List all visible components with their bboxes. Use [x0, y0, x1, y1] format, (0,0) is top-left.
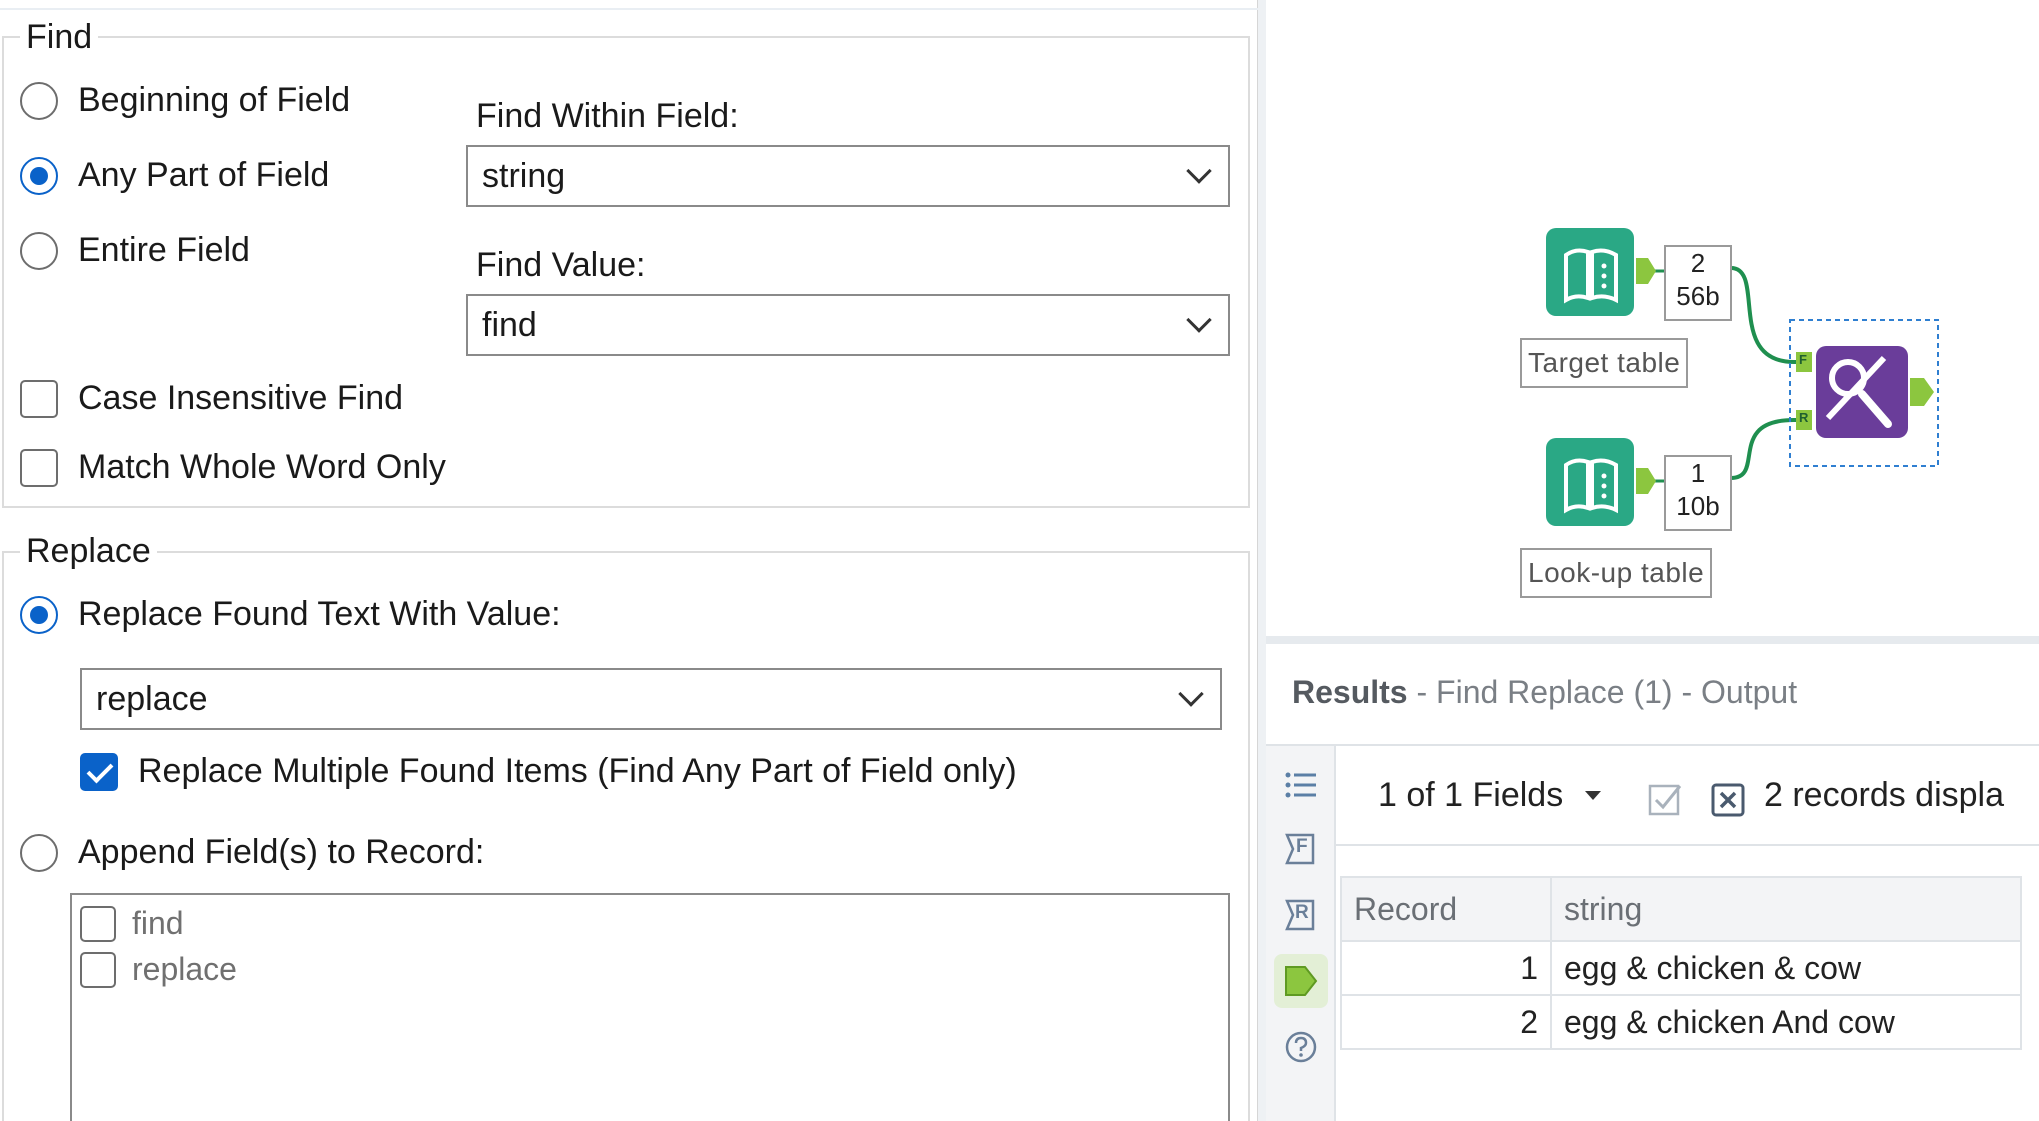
table-header-row: Record string	[1340, 876, 2022, 942]
target-table-label[interactable]: Target table	[1520, 338, 1689, 388]
append-field-find[interactable]: find	[80, 905, 184, 942]
list-icon[interactable]	[1282, 766, 1320, 804]
connector-target-to-f	[1730, 266, 1804, 364]
dropdown-caret-icon[interactable]	[1585, 791, 1602, 800]
match-whole-word-checkbox[interactable]: Match Whole Word Only	[20, 448, 446, 487]
lookup-output-anchor	[1636, 468, 1656, 494]
radio-any-part-label: Any Part of Field	[78, 156, 330, 194]
append-field-replace[interactable]: replace	[80, 951, 237, 988]
target-output-anchor	[1636, 258, 1656, 284]
chevron-down-icon[interactable]	[1178, 681, 1204, 707]
record-cell: 1	[1340, 940, 1552, 996]
radio-beginning-circle[interactable]	[20, 81, 58, 120]
f-anchor-label: F	[1799, 352, 1807, 367]
results-title: Results	[1292, 674, 1408, 710]
radio-any-part-of-field[interactable]: Any Part of Field	[20, 156, 329, 195]
replace-value-dropdown[interactable]: replace	[80, 668, 1222, 730]
case-insensitive-box[interactable]	[20, 379, 58, 418]
find-within-field-label: Find Within Field:	[476, 97, 739, 135]
match-whole-word-label: Match Whole Word Only	[78, 448, 446, 486]
target-table-tool[interactable]	[1546, 228, 1634, 316]
lookup-size-value: 10b	[1676, 491, 1720, 521]
radio-replace-found-label: Replace Found Text With Value:	[78, 595, 561, 633]
workflow-svg	[1546, 228, 1939, 526]
radio-append-fields[interactable]: Append Field(s) to Record:	[20, 833, 484, 872]
replace-group-title: Replace	[20, 532, 157, 571]
string-cell[interactable]: egg & chicken & cow	[1550, 940, 2022, 996]
find-value-value: find	[482, 305, 537, 344]
check-all-icon[interactable]	[1646, 780, 1686, 820]
r-anchor-icon-letter: R	[1295, 902, 1309, 923]
r-anchor-icon[interactable]: R	[1282, 896, 1320, 934]
chevron-down-icon[interactable]	[1186, 307, 1212, 333]
uncheck-all-icon[interactable]	[1708, 780, 1748, 820]
replace-multiple-label: Replace Multiple Found Items (Find Any P…	[138, 752, 1017, 790]
radio-beginning-label: Beginning of Field	[78, 81, 351, 119]
column-header-string[interactable]: string	[1550, 876, 2022, 942]
radio-append-label: Append Field(s) to Record:	[78, 833, 485, 871]
radio-entire-label: Entire Field	[78, 231, 250, 269]
radio-any-part-circle[interactable]	[20, 156, 58, 195]
match-whole-word-box[interactable]	[20, 448, 58, 487]
connector-lookup-to-r	[1730, 418, 1804, 480]
f-anchor-icon-letter: F	[1296, 836, 1308, 857]
radio-replace-found-text[interactable]: Replace Found Text With Value:	[20, 595, 561, 634]
column-header-record[interactable]: Record	[1340, 876, 1552, 942]
r-anchor-label: R	[1799, 410, 1809, 425]
case-insensitive-checkbox[interactable]: Case Insensitive Find	[20, 379, 403, 418]
append-field-replace-checkbox[interactable]	[80, 951, 116, 988]
radio-entire-field[interactable]: Entire Field	[20, 231, 250, 270]
lookup-table-tool[interactable]	[1546, 438, 1634, 526]
find-within-field-dropdown[interactable]: string	[466, 145, 1230, 207]
radio-replace-found-circle[interactable]	[20, 595, 58, 634]
help-icon[interactable]	[1282, 1028, 1320, 1066]
top-rule	[0, 8, 1258, 10]
replace-multiple-checkbox[interactable]: Replace Multiple Found Items (Find Any P…	[80, 752, 1017, 791]
results-table: Record string 1 egg & chicken & cow 2 eg…	[1340, 876, 2022, 1050]
f-anchor-icon[interactable]: F	[1282, 830, 1320, 868]
find-value-label: Find Value:	[476, 246, 646, 284]
append-field-replace-label: replace	[132, 951, 237, 987]
output-anchor-icon[interactable]	[1282, 962, 1320, 1000]
replace-value-value: replace	[96, 679, 208, 718]
table-row[interactable]: 1 egg & chicken & cow	[1340, 940, 2022, 996]
lookup-table-label[interactable]: Look-up table	[1520, 548, 1713, 598]
radio-entire-circle[interactable]	[20, 231, 58, 270]
workflow-canvas[interactable]: F R 2 56b 1 10b Target table Look-up tab…	[1266, 0, 2039, 636]
results-subtitle: - Find Replace (1) - Output	[1416, 674, 1798, 710]
case-insensitive-label: Case Insensitive Find	[78, 379, 404, 417]
vertical-splitter[interactable]	[1258, 0, 1266, 1121]
horizontal-splitter[interactable]	[1266, 636, 2039, 644]
chevron-down-icon[interactable]	[1186, 158, 1212, 184]
fields-selector[interactable]: 1 of 1 Fields	[1378, 776, 1602, 815]
target-size-value: 56b	[1676, 281, 1720, 311]
replace-multiple-box[interactable]	[80, 752, 118, 791]
find-group-title: Find	[20, 18, 99, 57]
string-cell[interactable]: egg & chicken And cow	[1550, 994, 2022, 1050]
radio-beginning-of-field[interactable]: Beginning of Field	[20, 81, 350, 120]
target-record-count: 2 56b	[1664, 245, 1732, 321]
append-fields-listbox[interactable]: find replace	[70, 893, 1230, 1121]
configuration-panel: Find Beginning of Field Any Part of Fiel…	[0, 0, 1258, 1121]
fields-selector-label: 1 of 1 Fields	[1378, 776, 1564, 814]
lookup-record-count: 1 10b	[1664, 455, 1732, 531]
find-replace-output-anchor	[1910, 378, 1934, 406]
lookup-count-value: 1	[1690, 458, 1706, 488]
append-field-find-checkbox[interactable]	[80, 905, 116, 942]
records-displayed-text: 2 records displa	[1764, 776, 2005, 814]
find-within-field-value: string	[482, 156, 566, 195]
table-row[interactable]: 2 egg & chicken And cow	[1340, 994, 2022, 1050]
results-fields-bar: 1 of 1 Fields 2 records displa	[1336, 746, 2039, 846]
find-value-dropdown[interactable]: find	[466, 294, 1230, 356]
results-header: Results - Find Replace (1) - Output	[1292, 674, 1797, 711]
results-side-toolbar: F R	[1266, 746, 1336, 1121]
target-count-value: 2	[1690, 248, 1706, 278]
radio-append-circle[interactable]	[20, 833, 58, 872]
append-field-find-label: find	[132, 905, 184, 941]
find-replace-tool[interactable]	[1816, 346, 1908, 438]
results-pane: Results - Find Replace (1) - Output F R	[1266, 644, 2039, 1121]
record-cell: 2	[1340, 994, 1552, 1050]
